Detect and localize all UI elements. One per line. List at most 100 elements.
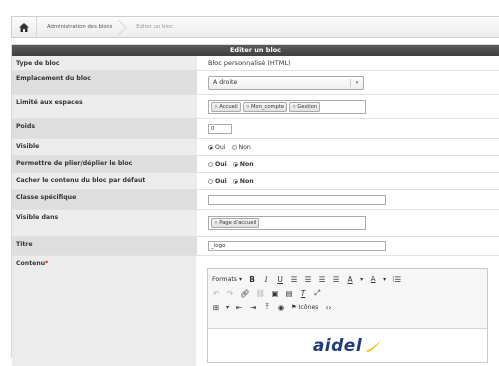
chevron-down-icon: ▾: [350, 78, 361, 87]
logo-text: aidel: [312, 335, 363, 356]
row-placement: Emplacement du bloc A droite ▾: [12, 71, 499, 95]
value-spaces: × Accueil × Mon_compte × Gestion: [197, 95, 499, 118]
label-spaces: Limité aux espaces: [12, 95, 197, 118]
value-visible: Oui Non: [197, 139, 499, 155]
label-placement: Emplacement du bloc: [12, 71, 197, 94]
undo-icon[interactable]: ↶: [212, 289, 220, 298]
row-visible-in: Visible dans × Page d'accueil: [12, 210, 499, 237]
radio-label: Oui: [215, 143, 226, 151]
label-content: Contenu*: [12, 256, 196, 366]
toolbar-row-3: ⊞ ▾ ⇤ ⇥ ⤒ ◉ ⚑ Icônes ‹›: [212, 300, 483, 314]
row-content: Contenu* Formats ▾ B I U ☰ ☰ ☰ ☰ A ▾ A ▾: [12, 256, 499, 366]
underline-icon[interactable]: U: [276, 275, 284, 284]
remove-tag-icon[interactable]: ×: [214, 104, 218, 110]
bg-color-icon[interactable]: A: [369, 275, 377, 283]
tag-page-accueil: × Page d'accueil: [211, 218, 260, 228]
link-icon[interactable]: 🔗︎: [240, 289, 250, 298]
align-right-icon[interactable]: ☰: [318, 275, 326, 284]
remove-tag-icon[interactable]: ×: [292, 104, 296, 110]
indent-icon[interactable]: ⇥: [249, 303, 257, 312]
visible-oui-radio[interactable]: Oui: [208, 144, 226, 151]
value-weight: 0: [197, 119, 499, 138]
unlink-icon[interactable]: ⛓︎: [256, 289, 266, 298]
fold-oui-radio[interactable]: Oui: [208, 161, 227, 168]
row-spaces: Limité aux espaces × Accueil × Mon_compte …: [12, 95, 499, 119]
value-fold: Oui Non: [197, 156, 499, 172]
form-header: Editer un bloc: [12, 45, 499, 56]
tag-label: Gestion: [297, 103, 318, 110]
toolbar-row-1: Formats ▾ B I U ☰ ☰ ☰ ☰ A ▾ A ▾ ⁝☰: [212, 272, 483, 286]
align-left-icon[interactable]: ☰: [290, 275, 298, 284]
block-type-text: Bloc personnalisé (HTML): [208, 59, 291, 67]
icons-button[interactable]: ⚑ Icônes: [291, 304, 319, 311]
label-title: Titre: [12, 237, 197, 255]
formats-dropdown[interactable]: Formats ▾: [212, 276, 242, 283]
value-title: _logo: [197, 237, 499, 255]
required-mark: *: [45, 260, 49, 267]
bold-icon[interactable]: B: [248, 275, 256, 284]
caret-down-icon: ▾: [239, 275, 243, 283]
label-visible-in: Visible dans: [12, 210, 197, 236]
redo-icon[interactable]: ↷: [226, 289, 234, 298]
spaces-tag-input[interactable]: × Accueil × Mon_compte × Gestion: [208, 99, 366, 114]
radio-unchecked-icon: [208, 161, 213, 167]
breadcrumb-link-admin-blocs[interactable]: Administration des blocs: [37, 17, 122, 37]
label-hide: Cacher le contenu du bloc par défaut: [12, 173, 197, 189]
editor-content-area[interactable]: aidel: [208, 328, 487, 362]
label-content-text: Contenu: [16, 260, 46, 267]
clear-format-icon[interactable]: T: [299, 289, 307, 298]
radio-checked-icon: [232, 178, 238, 184]
media-icon[interactable]: ▤: [285, 289, 293, 298]
fold-non-radio[interactable]: Non: [232, 161, 254, 168]
row-cssclass: Classe spécifique: [12, 190, 499, 210]
tag-label: Accueil: [219, 103, 238, 110]
visible-in-tag-input[interactable]: × Page d'accueil: [208, 216, 366, 230]
text-color-icon[interactable]: A: [346, 275, 354, 284]
upload-icon[interactable]: ⤒: [263, 302, 271, 312]
fullscreen-icon[interactable]: ⤢: [313, 288, 321, 298]
bullet-list-icon[interactable]: ⁝☰: [392, 275, 401, 284]
value-content: Formats ▾ B I U ☰ ☰ ☰ ☰ A ▾ A ▾ ⁝☰ ↶ ↷ 🔗…: [196, 256, 499, 366]
italic-icon[interactable]: I: [262, 275, 270, 284]
placement-select[interactable]: A droite ▾: [208, 75, 364, 90]
caret-down-icon[interactable]: ▾: [360, 276, 363, 283]
flag-icon: ⚑: [291, 303, 297, 311]
radio-label: Oui: [215, 160, 227, 168]
label-fold: Permettre de plier/déplier le bloc: [12, 156, 197, 172]
value-type: Bloc personnalisé (HTML): [197, 56, 499, 70]
weight-input[interactable]: 0: [208, 123, 232, 134]
row-hide: Cacher le contenu du bloc par défaut Oui…: [12, 173, 499, 190]
row-weight: Poids 0: [12, 119, 499, 139]
icons-label: Icônes: [298, 303, 319, 311]
row-fold: Permettre de plier/déplier le bloc Oui N…: [12, 156, 499, 173]
tag-mon-compte: × Mon_compte: [242, 101, 288, 112]
logo-swoosh-icon: [365, 339, 382, 352]
value-hide: Oui Non: [197, 173, 499, 189]
label-type: Type de bloc: [12, 56, 197, 70]
hide-non-radio[interactable]: Non: [232, 178, 254, 185]
title-input[interactable]: _logo: [208, 241, 386, 251]
source-code-icon[interactable]: ‹›: [325, 303, 333, 312]
hide-oui-radio[interactable]: Oui: [208, 178, 227, 185]
align-center-icon[interactable]: ☰: [304, 275, 312, 284]
tag-accueil: × Accueil: [211, 101, 241, 112]
home-button[interactable]: [12, 17, 37, 37]
radio-checked-icon: [208, 144, 213, 150]
align-justify-icon[interactable]: ☰: [332, 275, 340, 284]
remove-tag-icon[interactable]: ×: [246, 104, 250, 110]
radio-label: Non: [238, 143, 251, 151]
tag-label: Mon_compte: [250, 103, 285, 110]
css-class-input[interactable]: [208, 194, 386, 205]
placement-selected: A droite: [213, 79, 238, 86]
image-icon[interactable]: ▣: [271, 289, 279, 298]
visible-non-radio[interactable]: Non: [231, 143, 251, 151]
outdent-icon[interactable]: ⇤: [235, 303, 243, 312]
radio-unchecked-icon: [231, 144, 237, 150]
caret-down-icon[interactable]: ▾: [226, 304, 229, 311]
table-icon[interactable]: ⊞: [212, 303, 220, 312]
caret-down-icon[interactable]: ▾: [383, 276, 386, 283]
preview-icon[interactable]: ◉: [277, 303, 285, 312]
tag-label: Page d'accueil: [219, 220, 257, 226]
tag-gestion: × Gestion: [289, 101, 321, 112]
remove-tag-icon[interactable]: ×: [214, 220, 218, 226]
